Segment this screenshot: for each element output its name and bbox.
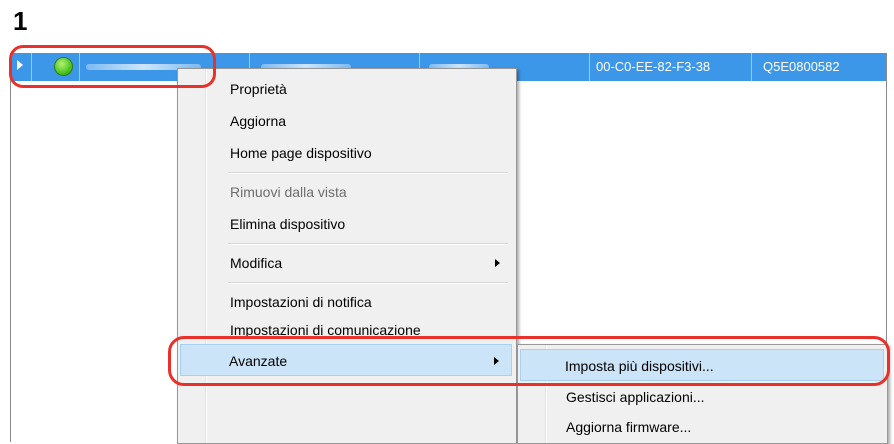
menu-item-label: Proprietà — [230, 81, 287, 97]
submenu-item-set-multiple-devices[interactable]: Imposta più dispositivi... — [520, 349, 884, 381]
serial-number: Q5E0800582 — [763, 59, 840, 74]
menu-item-label: Aggiorna — [230, 113, 287, 129]
submenu-item-label: Aggiorna firmware... — [566, 419, 692, 435]
submenu-item-manage-applications[interactable]: Gestisci applicazioni... — [520, 381, 884, 413]
submenu-item-label: Gestisci applicazioni... — [566, 389, 705, 405]
menu-item-label: Home page dispositivo — [230, 145, 372, 161]
menu-separator — [228, 172, 508, 174]
step-number-1: 1 — [13, 6, 28, 36]
menu-item-label: Modifica — [230, 255, 283, 271]
submenu-arrow-icon — [495, 259, 500, 267]
menu-item-label: Elimina dispositivo — [230, 216, 346, 232]
menu-item-delete-device[interactable]: Elimina dispositivo — [180, 208, 512, 240]
submenu-item-update-firmware[interactable]: Aggiorna firmware... — [520, 411, 884, 443]
advanced-submenu: Imposta più dispositivi... Gestisci appl… — [517, 344, 888, 444]
submenu-arrow-icon — [494, 357, 499, 365]
menu-item-label: Rimuovi dalla vista — [230, 184, 347, 200]
menu-item-advanced[interactable]: Avanzate — [180, 344, 512, 376]
expand-arrow-icon[interactable] — [17, 60, 23, 70]
submenu-item-label: Imposta più dispositivi... — [565, 358, 714, 374]
menu-item-device-home-page[interactable]: Home page dispositivo — [180, 137, 512, 169]
menu-item-refresh[interactable]: Aggiorna — [180, 105, 512, 137]
menu-separator — [228, 282, 508, 284]
menu-item-remove-from-view: Rimuovi dalla vista — [180, 176, 512, 208]
menu-separator — [228, 243, 508, 245]
menu-item-edit[interactable]: Modifica — [180, 247, 512, 279]
menu-item-properties[interactable]: Proprietà — [180, 73, 512, 105]
status-online-icon — [55, 58, 72, 75]
menu-item-communication-settings[interactable]: Impostazioni di comunicazione — [180, 314, 512, 338]
menu-item-label: Impostazioni di comunicazione — [230, 322, 421, 338]
menu-item-label: Avanzate — [229, 353, 288, 369]
mac-address: 00-C0-EE-82-F3-38 — [596, 59, 711, 74]
context-menu: Proprietà Aggiorna Home page dispositivo… — [177, 68, 517, 444]
